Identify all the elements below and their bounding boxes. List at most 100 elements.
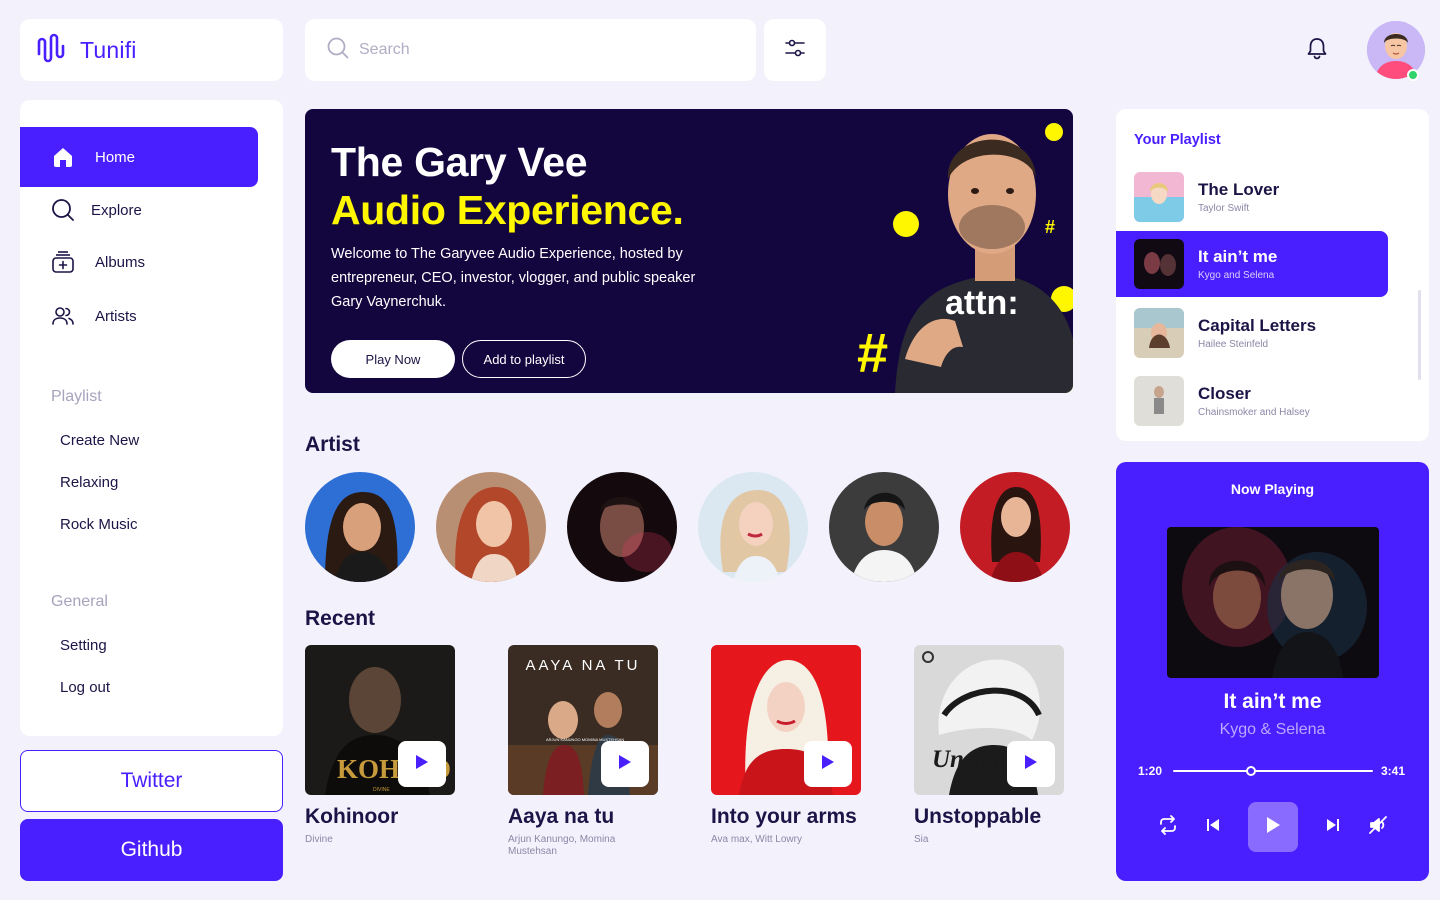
filter-button[interactable] <box>764 19 826 81</box>
previous-button[interactable] <box>1198 812 1228 842</box>
album-icon <box>51 250 75 274</box>
general-item-setting[interactable]: Setting <box>60 637 107 654</box>
search-icon <box>51 198 75 222</box>
playlist-item-relaxing[interactable]: Relaxing <box>60 474 118 491</box>
album-cover[interactable]: AAYA NA TU ARJUN KANUNGO MOMINA MUSTEHSA… <box>508 645 658 795</box>
general-item-logout[interactable]: Log out <box>60 679 110 696</box>
playlist-track[interactable]: Capital Letters Hailee Steinfeld <box>1116 300 1388 366</box>
hero-banner: attn: # # The Gary Vee Audio Experience.… <box>305 109 1073 393</box>
album-title[interactable]: Aaya na tu <box>508 805 658 829</box>
skip-back-icon <box>1205 817 1221 838</box>
cover-subtext: DIVINE <box>373 787 390 793</box>
shirt-text: attn: <box>945 284 1019 322</box>
artist-section-title: Artist <box>305 433 360 456</box>
playlist-track-active[interactable]: It ain’t me Kygo and Selena <box>1116 231 1388 297</box>
repeat-icon <box>1158 814 1178 840</box>
hero-title: The Gary Vee <box>331 139 588 185</box>
album-title[interactable]: Kohinoor <box>305 805 455 829</box>
total-duration: 3:41 <box>1381 764 1406 778</box>
now-playing-panel: Now Playing It ain’t me Kygo & Selena 1:… <box>1116 462 1429 881</box>
album-cover[interactable]: Unstopp Sia <box>914 645 1064 795</box>
play-pause-button[interactable] <box>1248 802 1298 852</box>
sliders-icon <box>784 37 806 64</box>
play-button[interactable] <box>601 741 649 787</box>
search-bar[interactable] <box>305 19 756 81</box>
play-button[interactable] <box>398 741 446 787</box>
elapsed-time: 1:20 <box>1138 764 1163 778</box>
artist-avatar[interactable] <box>960 472 1070 582</box>
repeat-button[interactable] <box>1153 812 1183 842</box>
your-playlist-panel: Your Playlist The Lover Taylor Swift It a… <box>1116 109 1429 441</box>
artist-avatar[interactable] <box>305 472 415 582</box>
album-artist: Sia <box>914 834 929 845</box>
artist-avatar[interactable] <box>698 472 808 582</box>
nav-item-explore[interactable]: Explore <box>20 180 258 240</box>
play-button[interactable] <box>1007 741 1055 787</box>
cover-text: AAYA NA TU <box>525 657 640 674</box>
notification-button[interactable] <box>1300 33 1334 67</box>
hero-title-highlight: Audio Experience. <box>331 187 684 233</box>
track-artist: Chainsmoker and Halsey <box>1198 407 1310 418</box>
search-input[interactable] <box>359 41 719 59</box>
hash-graphic: # <box>857 321 888 384</box>
play-icon <box>618 754 632 775</box>
album-title[interactable]: Unstoppable <box>914 805 1064 829</box>
mute-button[interactable] <box>1363 812 1393 842</box>
hash-graphic-small: # <box>1045 217 1055 237</box>
track-artist: Taylor Swift <box>1198 203 1250 214</box>
track-title: The Lover <box>1198 180 1280 199</box>
track-thumbnail <box>1134 239 1184 289</box>
artist-avatar[interactable] <box>829 472 939 582</box>
search-icon <box>327 37 349 64</box>
cover-text: Unstopp <box>932 746 1018 773</box>
users-icon <box>51 304 75 328</box>
now-playing-artist: Kygo & Selena <box>1219 721 1326 738</box>
recent-album: Unstopp Sia Unstoppable Sia <box>914 645 1064 846</box>
playlist-section-title: Playlist <box>51 388 102 405</box>
nav-label: Albums <box>95 253 146 271</box>
progress-knob[interactable] <box>1246 766 1256 776</box>
nav-label: Home <box>95 148 136 166</box>
play-button[interactable] <box>804 741 852 787</box>
nav-item-albums[interactable]: Albums <box>20 232 258 292</box>
track-artist: Hailee Steinfeld <box>1198 339 1269 350</box>
recent-album: KOHINO DIVINE Kohinoor Divine <box>305 645 455 846</box>
hero-description: Welcome to The Garyvee Audio Experience,… <box>331 246 696 310</box>
skip-forward-icon <box>1325 817 1341 838</box>
artist-avatar[interactable] <box>436 472 546 582</box>
play-now-button[interactable]: Play Now <box>331 340 455 378</box>
volume-mute-icon <box>1368 815 1388 840</box>
album-title[interactable]: Into your arms <box>711 805 861 829</box>
album-artist: Ava max, Witt Lowry <box>711 834 802 845</box>
artist-avatar[interactable] <box>567 472 677 582</box>
github-button[interactable]: Github <box>20 819 283 881</box>
nav-item-home[interactable]: Home <box>20 127 258 187</box>
playlist-item-rock-music[interactable]: Rock Music <box>60 516 138 533</box>
recent-album: AAYA NA TU ARJUN KANUNGO MOMINA MUSTEHSA… <box>508 645 658 858</box>
now-playing-title: It ain’t me <box>1223 690 1322 713</box>
album-cover[interactable] <box>711 645 861 795</box>
play-icon <box>1265 816 1281 839</box>
track-title: Closer <box>1198 384 1251 403</box>
nav-label: Artists <box>95 307 137 325</box>
cover-subtext: Sia <box>978 780 996 795</box>
playlist-scrollbar[interactable] <box>1418 290 1421 380</box>
playlist-item-create-new[interactable]: Create New <box>60 432 139 449</box>
nav-item-artists[interactable]: Artists <box>20 286 258 346</box>
playlist-track[interactable]: Closer Chainsmoker and Halsey <box>1116 368 1388 434</box>
progress-bar[interactable] <box>1173 770 1373 772</box>
album-artist: Arjun Kanungo, Momina Mustehsan <box>508 834 616 857</box>
album-cover[interactable]: KOHINO DIVINE <box>305 645 455 795</box>
twitter-button[interactable]: Twitter <box>20 750 283 812</box>
now-playing-header: Now Playing <box>1230 481 1315 497</box>
logo[interactable]: Tunifi <box>20 19 283 81</box>
your-playlist-title: Your Playlist <box>1134 132 1221 148</box>
general-section-title: General <box>51 593 108 610</box>
playlist-track[interactable]: The Lover Taylor Swift <box>1116 164 1388 230</box>
add-to-playlist-button[interactable]: Add to playlist <box>462 340 586 378</box>
play-icon <box>821 754 835 775</box>
track-artist: Kygo and Selena <box>1198 270 1275 281</box>
recent-section-title: Recent <box>305 607 376 630</box>
next-button[interactable] <box>1318 812 1348 842</box>
track-thumbnail <box>1134 172 1184 222</box>
